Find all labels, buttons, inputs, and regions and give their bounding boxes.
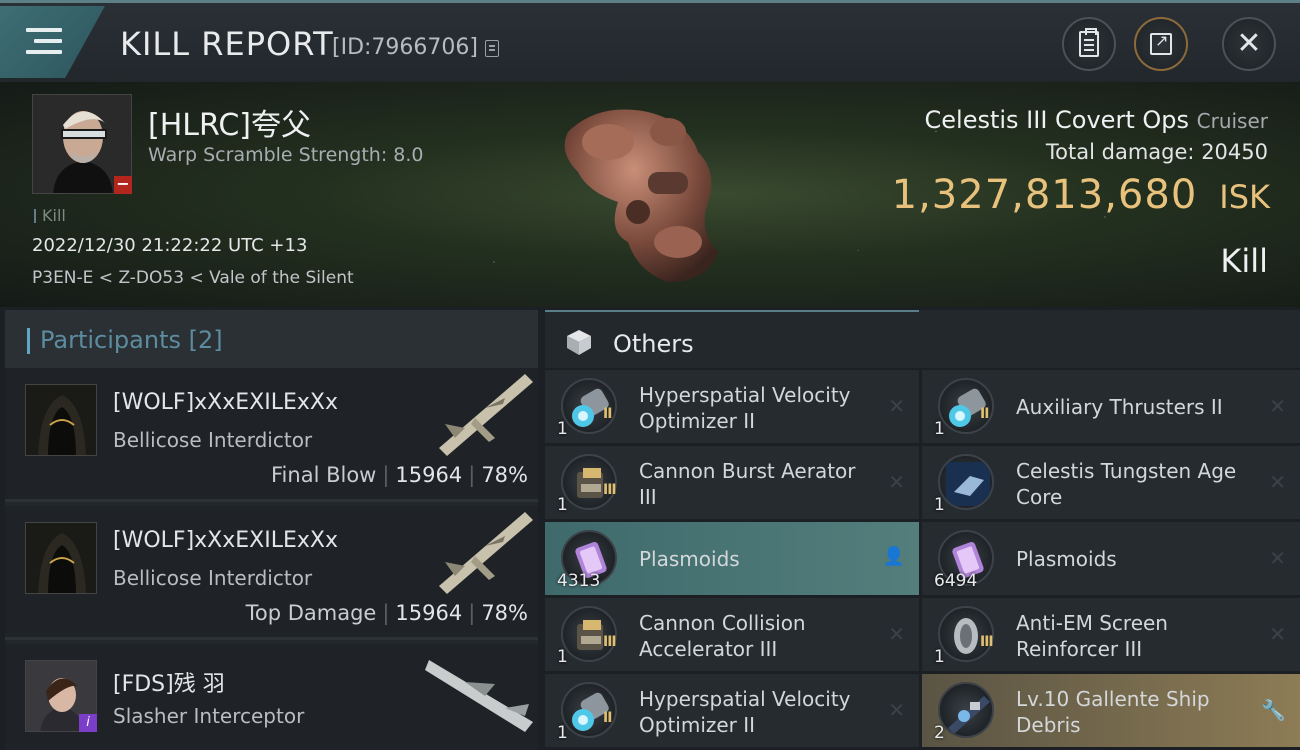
item-row[interactable]: III 1 Anti-EM Screen Reinforcer III ✕ bbox=[922, 598, 1300, 671]
destroyed-icon: ✕ bbox=[1269, 470, 1286, 494]
item-quantity: 6494 bbox=[934, 571, 978, 591]
participant-ship-image bbox=[425, 660, 533, 732]
tier-badge: III bbox=[980, 634, 994, 650]
header-bar: KILL REPORT [ID:7966706] ✕ bbox=[0, 0, 1300, 82]
copy-icon[interactable] bbox=[485, 40, 499, 57]
clipboard-button[interactable] bbox=[1062, 17, 1116, 71]
item-name: Anti-EM Screen Reinforcer III bbox=[1016, 611, 1168, 661]
item-name: Cannon Collision Accelerator III bbox=[639, 611, 806, 661]
participant-row[interactable]: [WOLF]xXxEXILExXx Bellicose Interdictor … bbox=[5, 506, 538, 640]
item-row[interactable]: 2 Lv.10 Gallente Ship Debris 🔧 bbox=[922, 674, 1300, 747]
item-row[interactable]: 4313 Plasmoids 👤 bbox=[545, 522, 919, 595]
menu-icon bbox=[26, 28, 62, 56]
participant-name: [FDS]残 羽 bbox=[113, 672, 225, 697]
destroyed-icon: ✕ bbox=[888, 622, 905, 646]
participant-ship: Bellicose Interdictor bbox=[113, 566, 313, 590]
item-quantity: 1 bbox=[934, 647, 945, 667]
item-name: Plasmoids bbox=[1016, 547, 1117, 571]
item-name: Celestis Tungsten Age Core bbox=[1016, 459, 1237, 509]
item-quantity: 1 bbox=[934, 495, 945, 515]
destroyed-icon: ✕ bbox=[1269, 622, 1286, 646]
kill-time: 2022/12/30 21:22:22 UTC +13 bbox=[32, 235, 308, 256]
participant-ship: Slasher Interceptor bbox=[113, 704, 305, 728]
isk-value: 1,327,813,680 ISK bbox=[891, 172, 1270, 218]
clipboard-icon bbox=[1079, 28, 1099, 57]
menu-button[interactable] bbox=[0, 6, 105, 78]
item-icon bbox=[938, 454, 994, 510]
participant-ship: Bellicose Interdictor bbox=[113, 428, 313, 452]
victim-banner: − [HLRC]夸父 Warp Scramble Strength: 8.0 K… bbox=[0, 82, 1300, 307]
share-button[interactable] bbox=[1134, 17, 1188, 71]
item-icon bbox=[938, 682, 994, 738]
person-icon: 👤 bbox=[882, 546, 905, 567]
participant-name: [WOLF]xXxEXILExXx bbox=[113, 528, 338, 553]
others-header: Others bbox=[545, 310, 1300, 368]
info-icon[interactable]: i bbox=[79, 714, 97, 732]
item-name: Plasmoids bbox=[639, 547, 740, 571]
item-name: Auxiliary Thrusters II bbox=[1016, 395, 1223, 419]
item-row[interactable]: III 1 Cannon Collision Accelerator III ✕ bbox=[545, 598, 919, 671]
page-title: KILL REPORT bbox=[120, 25, 334, 63]
item-row[interactable]: II 1 Hyperspatial Velocity Optimizer II ✕ bbox=[545, 370, 919, 443]
item-row[interactable]: II 1 Auxiliary Thrusters II ✕ bbox=[922, 370, 1300, 443]
participant-row[interactable]: i [FDS]残 羽 Slasher Interceptor bbox=[5, 644, 538, 750]
share-icon bbox=[1150, 31, 1172, 55]
close-button[interactable]: ✕ bbox=[1222, 17, 1276, 71]
participants-panel: Participants [2] [WOLF]xXxEXILExXx Belli… bbox=[5, 310, 538, 750]
tier-badge: II bbox=[603, 406, 612, 422]
tier-badge: III bbox=[603, 482, 617, 498]
item-row[interactable]: 6494 Plasmoids ✕ bbox=[922, 522, 1300, 595]
kill-tag: Kill bbox=[34, 206, 66, 225]
participant-stats: Top Damage | 15964 | 78% bbox=[245, 601, 528, 625]
participant-name: [WOLF]xXxEXILExXx bbox=[113, 390, 338, 415]
destroyed-icon: ✕ bbox=[888, 698, 905, 722]
wrench-icon[interactable]: 🔧 bbox=[1261, 698, 1286, 722]
kill-id: [ID:7966706] bbox=[332, 35, 478, 60]
avatar[interactable] bbox=[25, 384, 97, 456]
avatar[interactable] bbox=[25, 522, 97, 594]
item-name: Lv.10 Gallente Ship Debris bbox=[1016, 687, 1210, 737]
item-quantity: 1 bbox=[557, 723, 568, 743]
remove-icon[interactable]: − bbox=[114, 176, 132, 194]
item-row[interactable]: 1 Celestis Tungsten Age Core ✕ bbox=[922, 446, 1300, 519]
tier-badge: II bbox=[603, 710, 612, 726]
destroyed-icon: ✕ bbox=[1269, 394, 1286, 418]
participant-row[interactable]: [WOLF]xXxEXILExXx Bellicose Interdictor … bbox=[5, 368, 538, 502]
victim-ship-image[interactable] bbox=[548, 92, 738, 292]
item-name: Hyperspatial Velocity Optimizer II bbox=[639, 687, 851, 737]
ship-class: Cruiser bbox=[1196, 109, 1268, 133]
tier-badge: II bbox=[980, 406, 989, 422]
item-quantity: 2 bbox=[934, 723, 945, 743]
participant-ship-image bbox=[439, 374, 533, 456]
item-row[interactable]: II 1 Hyperspatial Velocity Optimizer II ✕ bbox=[545, 674, 919, 747]
destroyed-icon: ✕ bbox=[1269, 546, 1286, 570]
item-row[interactable]: III 1 Cannon Burst Aerator III ✕ bbox=[545, 446, 919, 519]
item-quantity: 1 bbox=[557, 495, 568, 515]
victim-ship-name[interactable]: Celestis III Covert Ops Cruiser bbox=[925, 106, 1269, 134]
item-quantity: 1 bbox=[934, 419, 945, 439]
destroyed-icon: ✕ bbox=[888, 394, 905, 418]
participant-ship-image bbox=[439, 512, 533, 594]
total-damage: Total damage: 20450 bbox=[1045, 140, 1268, 164]
item-name: Cannon Burst Aerator III bbox=[639, 459, 856, 509]
item-quantity: 1 bbox=[557, 419, 568, 439]
result-label: Kill bbox=[1220, 242, 1268, 280]
participants-header: Participants [2] bbox=[5, 310, 538, 368]
item-quantity: 1 bbox=[557, 647, 568, 667]
tier-badge: III bbox=[603, 634, 617, 650]
item-quantity: 4313 bbox=[557, 571, 601, 591]
item-name: Hyperspatial Velocity Optimizer II bbox=[639, 383, 851, 433]
participant-stats: Final Blow | 15964 | 78% bbox=[271, 463, 528, 487]
victim-subtitle: Warp Scramble Strength: 8.0 bbox=[148, 144, 424, 166]
kill-location[interactable]: P3EN-E < Z-DO53 < Vale of the Silent bbox=[32, 268, 354, 288]
destroyed-icon: ✕ bbox=[888, 470, 905, 494]
cube-icon bbox=[567, 330, 591, 355]
close-icon: ✕ bbox=[1236, 26, 1262, 61]
victim-name[interactable]: [HLRC]夸父 bbox=[148, 100, 311, 144]
